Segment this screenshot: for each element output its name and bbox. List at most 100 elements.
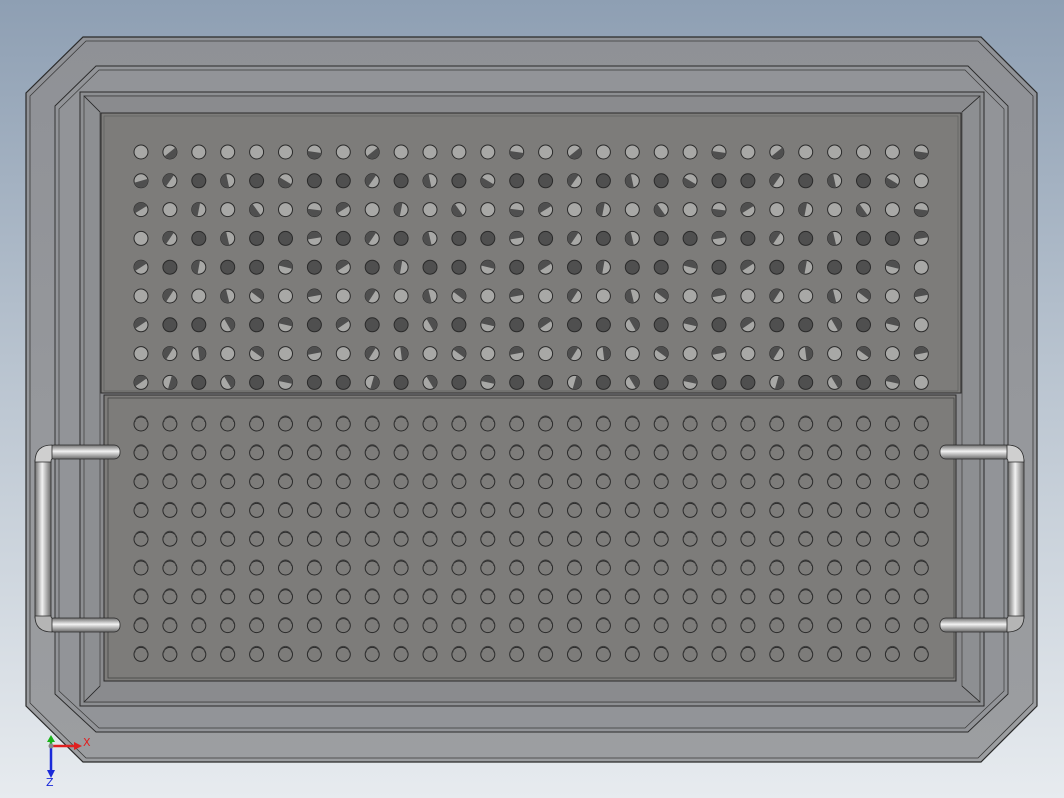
upper-hole xyxy=(913,317,929,333)
upper-hole xyxy=(220,144,236,160)
upper-hole xyxy=(595,173,611,189)
upper-hole xyxy=(335,173,351,189)
upper-hole xyxy=(335,144,351,160)
upper-hole xyxy=(884,230,900,246)
upper-hole xyxy=(364,202,380,218)
upper-hole xyxy=(798,230,814,246)
upper-hole xyxy=(422,259,438,275)
upper-hole xyxy=(133,230,149,246)
upper-hole xyxy=(249,259,265,275)
upper-hole xyxy=(249,230,265,246)
upper-hole xyxy=(191,144,207,160)
upper-hole xyxy=(133,288,149,304)
upper-hole xyxy=(480,230,496,246)
upper-hole xyxy=(278,288,293,304)
upper-hole xyxy=(913,259,929,275)
upper-hole xyxy=(538,288,554,304)
upper-hole xyxy=(884,288,900,304)
upper-hole xyxy=(220,259,236,275)
upper-hole xyxy=(335,288,351,304)
upper-hole xyxy=(595,288,611,304)
upper-hole xyxy=(827,259,843,275)
upper-hole xyxy=(133,346,149,362)
upper-hole xyxy=(451,317,467,333)
upper-hole xyxy=(653,230,669,246)
upper-hole xyxy=(769,317,785,333)
upper-hole xyxy=(509,374,525,390)
triad-origin xyxy=(48,743,54,749)
upper-hole xyxy=(191,230,207,246)
upper-hole xyxy=(740,346,756,362)
upper-hole xyxy=(393,288,409,304)
upper-hole xyxy=(393,173,409,189)
upper-hole xyxy=(480,288,496,304)
upper-hole xyxy=(509,317,525,333)
upper-hole xyxy=(133,144,149,160)
upper-hole xyxy=(798,317,814,333)
upper-hole xyxy=(249,173,265,189)
upper-hole xyxy=(682,202,698,218)
upper-hole xyxy=(278,230,293,246)
upper-hole xyxy=(567,202,582,218)
left-handle-arm-top[interactable] xyxy=(47,444,121,460)
left-handle-arm-bottom[interactable] xyxy=(47,617,121,633)
upper-hole xyxy=(451,259,467,275)
upper-hole xyxy=(827,202,843,218)
upper-hole xyxy=(249,144,265,160)
upper-hole xyxy=(480,144,496,160)
upper-hole xyxy=(624,346,640,362)
upper-plate[interactable] xyxy=(100,112,962,394)
upper-hole xyxy=(538,144,554,160)
upper-hole xyxy=(711,317,727,333)
upper-hole xyxy=(653,259,669,275)
upper-hole xyxy=(567,317,582,333)
upper-hole xyxy=(856,259,871,275)
upper-hole xyxy=(162,259,178,275)
right-handle-arm-top[interactable] xyxy=(939,444,1013,460)
upper-hole xyxy=(884,144,900,160)
upper-hole xyxy=(884,202,900,218)
upper-hole xyxy=(509,259,525,275)
upper-hole xyxy=(249,317,265,333)
triad-y-arrow xyxy=(47,735,55,742)
lower-plate[interactable] xyxy=(103,394,957,682)
upper-hole xyxy=(393,144,409,160)
triad-x-label: X xyxy=(83,736,91,749)
upper-hole xyxy=(451,173,467,189)
upper-hole xyxy=(306,317,322,333)
upper-hole xyxy=(624,144,640,160)
upper-hole xyxy=(856,374,871,390)
upper-hole xyxy=(364,317,380,333)
right-handle-bar[interactable] xyxy=(1007,459,1025,619)
cad-viewport[interactable]: X Z xyxy=(0,0,1064,798)
right-handle-arm-bottom[interactable] xyxy=(939,617,1013,633)
upper-hole xyxy=(711,374,727,390)
upper-hole xyxy=(653,317,669,333)
upper-hole xyxy=(162,317,178,333)
upper-hole xyxy=(451,230,467,246)
upper-hole xyxy=(769,202,785,218)
upper-hole xyxy=(913,374,929,390)
upper-hole xyxy=(740,144,756,160)
upper-hole xyxy=(653,374,669,390)
upper-hole xyxy=(335,230,351,246)
upper-hole xyxy=(335,346,351,362)
upper-hole xyxy=(538,374,554,390)
upper-hole xyxy=(191,288,207,304)
upper-hole xyxy=(884,346,900,362)
upper-hole xyxy=(856,173,871,189)
upper-hole xyxy=(913,173,929,189)
upper-hole xyxy=(220,202,236,218)
upper-hole xyxy=(249,374,265,390)
upper-hole xyxy=(711,173,727,189)
upper-hole xyxy=(538,173,554,189)
upper-hole xyxy=(538,346,554,362)
upper-hole xyxy=(306,173,322,189)
upper-hole xyxy=(306,374,322,390)
upper-hole xyxy=(740,173,756,189)
upper-hole xyxy=(595,230,611,246)
upper-hole xyxy=(335,374,351,390)
upper-hole xyxy=(278,144,293,160)
left-handle-bar[interactable] xyxy=(34,459,52,619)
upper-hole xyxy=(682,346,698,362)
